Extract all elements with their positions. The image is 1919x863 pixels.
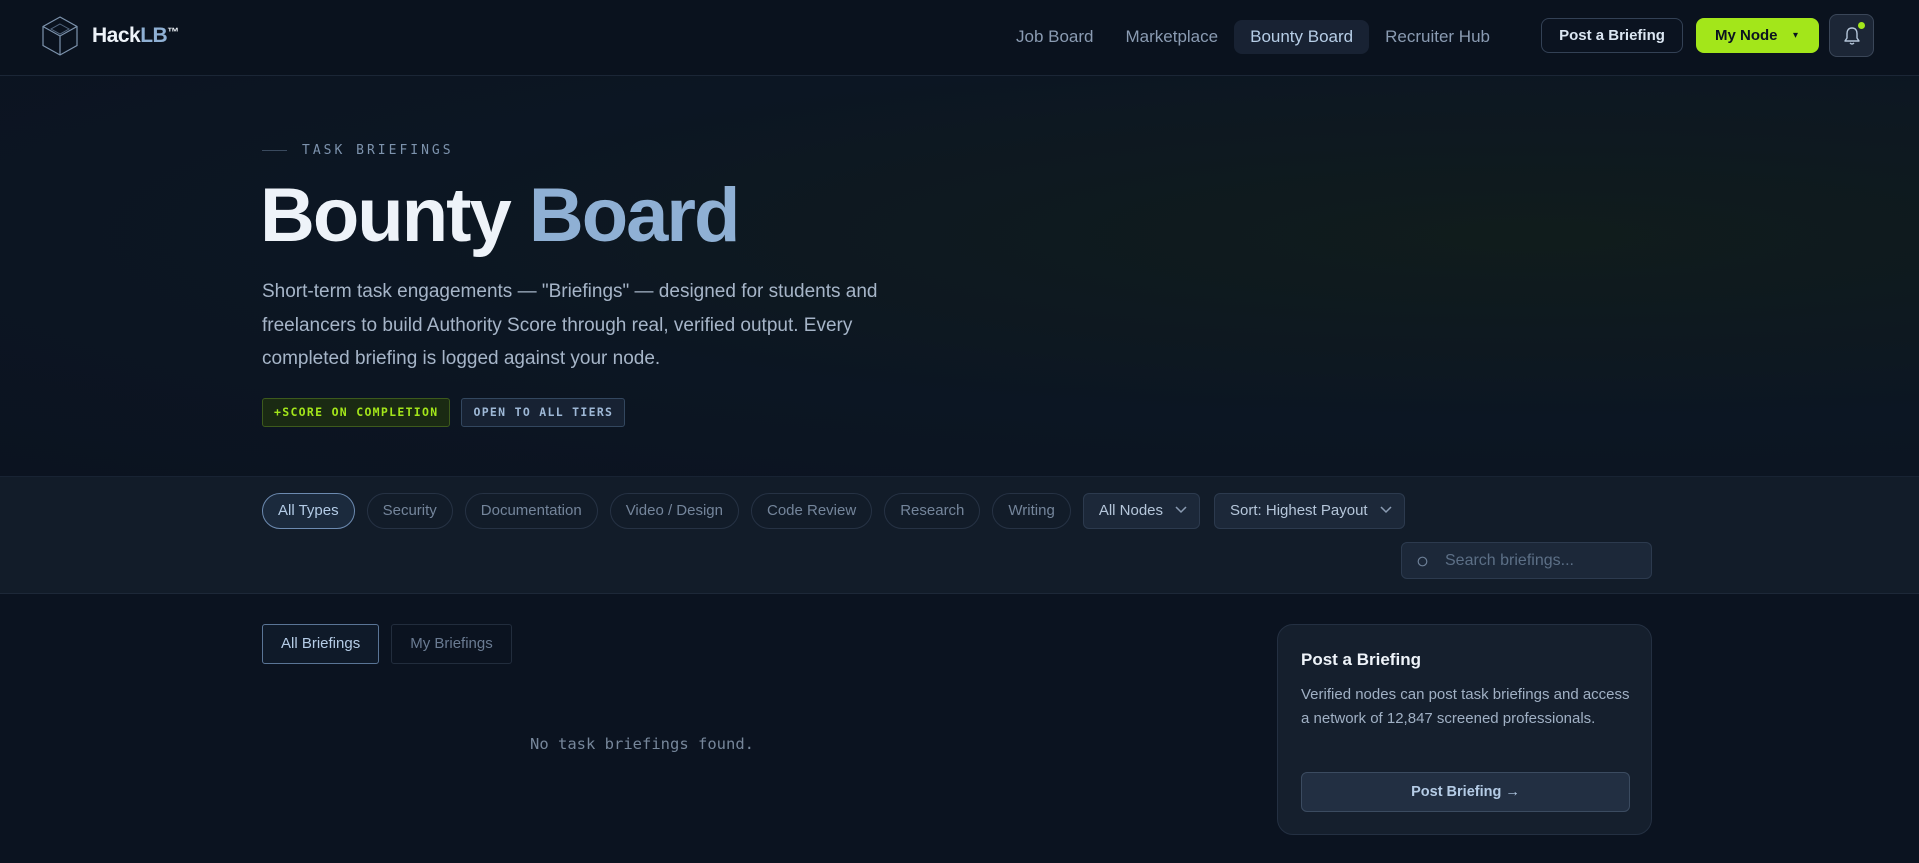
filter-chip-writing[interactable]: Writing [992,493,1071,529]
my-node-button[interactable]: My Node ▾ [1696,18,1819,53]
filter-bar: All Types Security Documentation Video / De… [0,476,1919,594]
filter-chip-all-types[interactable]: All Types [262,493,355,529]
page-title-accent: Board [528,173,741,258]
search-icon [1417,556,1428,567]
notifications-button[interactable] [1829,14,1874,57]
empty-state-message: No task briefings found. [530,735,754,753]
my-node-label: My Node [1715,27,1778,44]
briefing-tabs: All Briefings My Briefings [262,624,512,664]
brand-name: HackLB™ [92,24,179,47]
sort-select-value: Sort: Highest Payout [1230,502,1368,519]
hexagon-cube-logo-icon [42,16,78,56]
filter-chip-security[interactable]: Security [366,493,453,529]
filter-chip-research[interactable]: Research [884,493,981,529]
nav-item-recruiter-hub[interactable]: Recruiter Hub [1369,20,1506,54]
node-filter-select[interactable]: All Nodes [1082,493,1201,529]
chevron-down-icon [1380,506,1392,514]
filter-chip-video-design[interactable]: Video / Design [609,493,739,529]
post-briefing-header-button[interactable]: Post a Briefing [1541,18,1683,53]
nav-item-bounty-board[interactable]: Bounty Board [1234,20,1370,54]
page-description: Short-term task engagements — "Briefings… [262,281,878,369]
page-title-main: Bounty [260,173,512,258]
hero-tags: +SCORE ON COMPLETION OPEN TO ALL TIERS [262,398,626,427]
section-eyebrow: TASK BRIEFINGS [262,143,454,158]
tab-all-briefings[interactable]: All Briefings [262,624,380,664]
main-nav: Job Board Marketplace Bounty Board Recruite… [1000,20,1506,54]
post-briefing-card-button[interactable]: Post Briefing → [1301,772,1630,812]
brand-logo[interactable]: HackLB™ [40,15,179,57]
caret-down-icon: ▾ [1793,30,1799,41]
filter-chip-documentation[interactable]: Documentation [464,493,598,529]
top-navigation-bar: HackLB™ Job Board Marketplace Bounty Board… [0,0,1919,76]
score-tag: +SCORE ON COMPLETION [262,398,451,427]
hero-section: TASK BRIEFINGS Bounty Board Short-term t… [0,76,1919,476]
nav-item-marketplace[interactable]: Marketplace [1110,20,1235,54]
eyebrow-text: TASK BRIEFINGS [302,143,454,158]
node-filter-select-value: All Nodes [1098,502,1164,519]
sort-select[interactable]: Sort: Highest Payout [1214,493,1405,529]
filter-chip-code-review[interactable]: Code Review [750,493,873,529]
page-title: Bounty Board [260,178,740,254]
card-title: Post a Briefing [1301,650,1421,669]
tab-my-briefings[interactable]: My Briefings [391,624,512,664]
notification-dot [1858,22,1865,29]
post-briefing-card: Post a Briefing Verified nodes can post … [1277,624,1652,835]
nav-item-job-board[interactable]: Job Board [1000,20,1110,54]
search-box[interactable] [1401,542,1652,579]
tiers-tag: OPEN TO ALL TIERS [461,398,626,427]
bell-icon [1843,26,1860,45]
chevron-down-icon [1175,506,1187,514]
eyebrow-line [262,150,287,151]
type-filter-chips: All Types Security Documentation Video / De… [262,493,1419,529]
search-input[interactable] [1445,543,1645,578]
card-description: Verified nodes can post task briefings a… [1301,686,1630,727]
